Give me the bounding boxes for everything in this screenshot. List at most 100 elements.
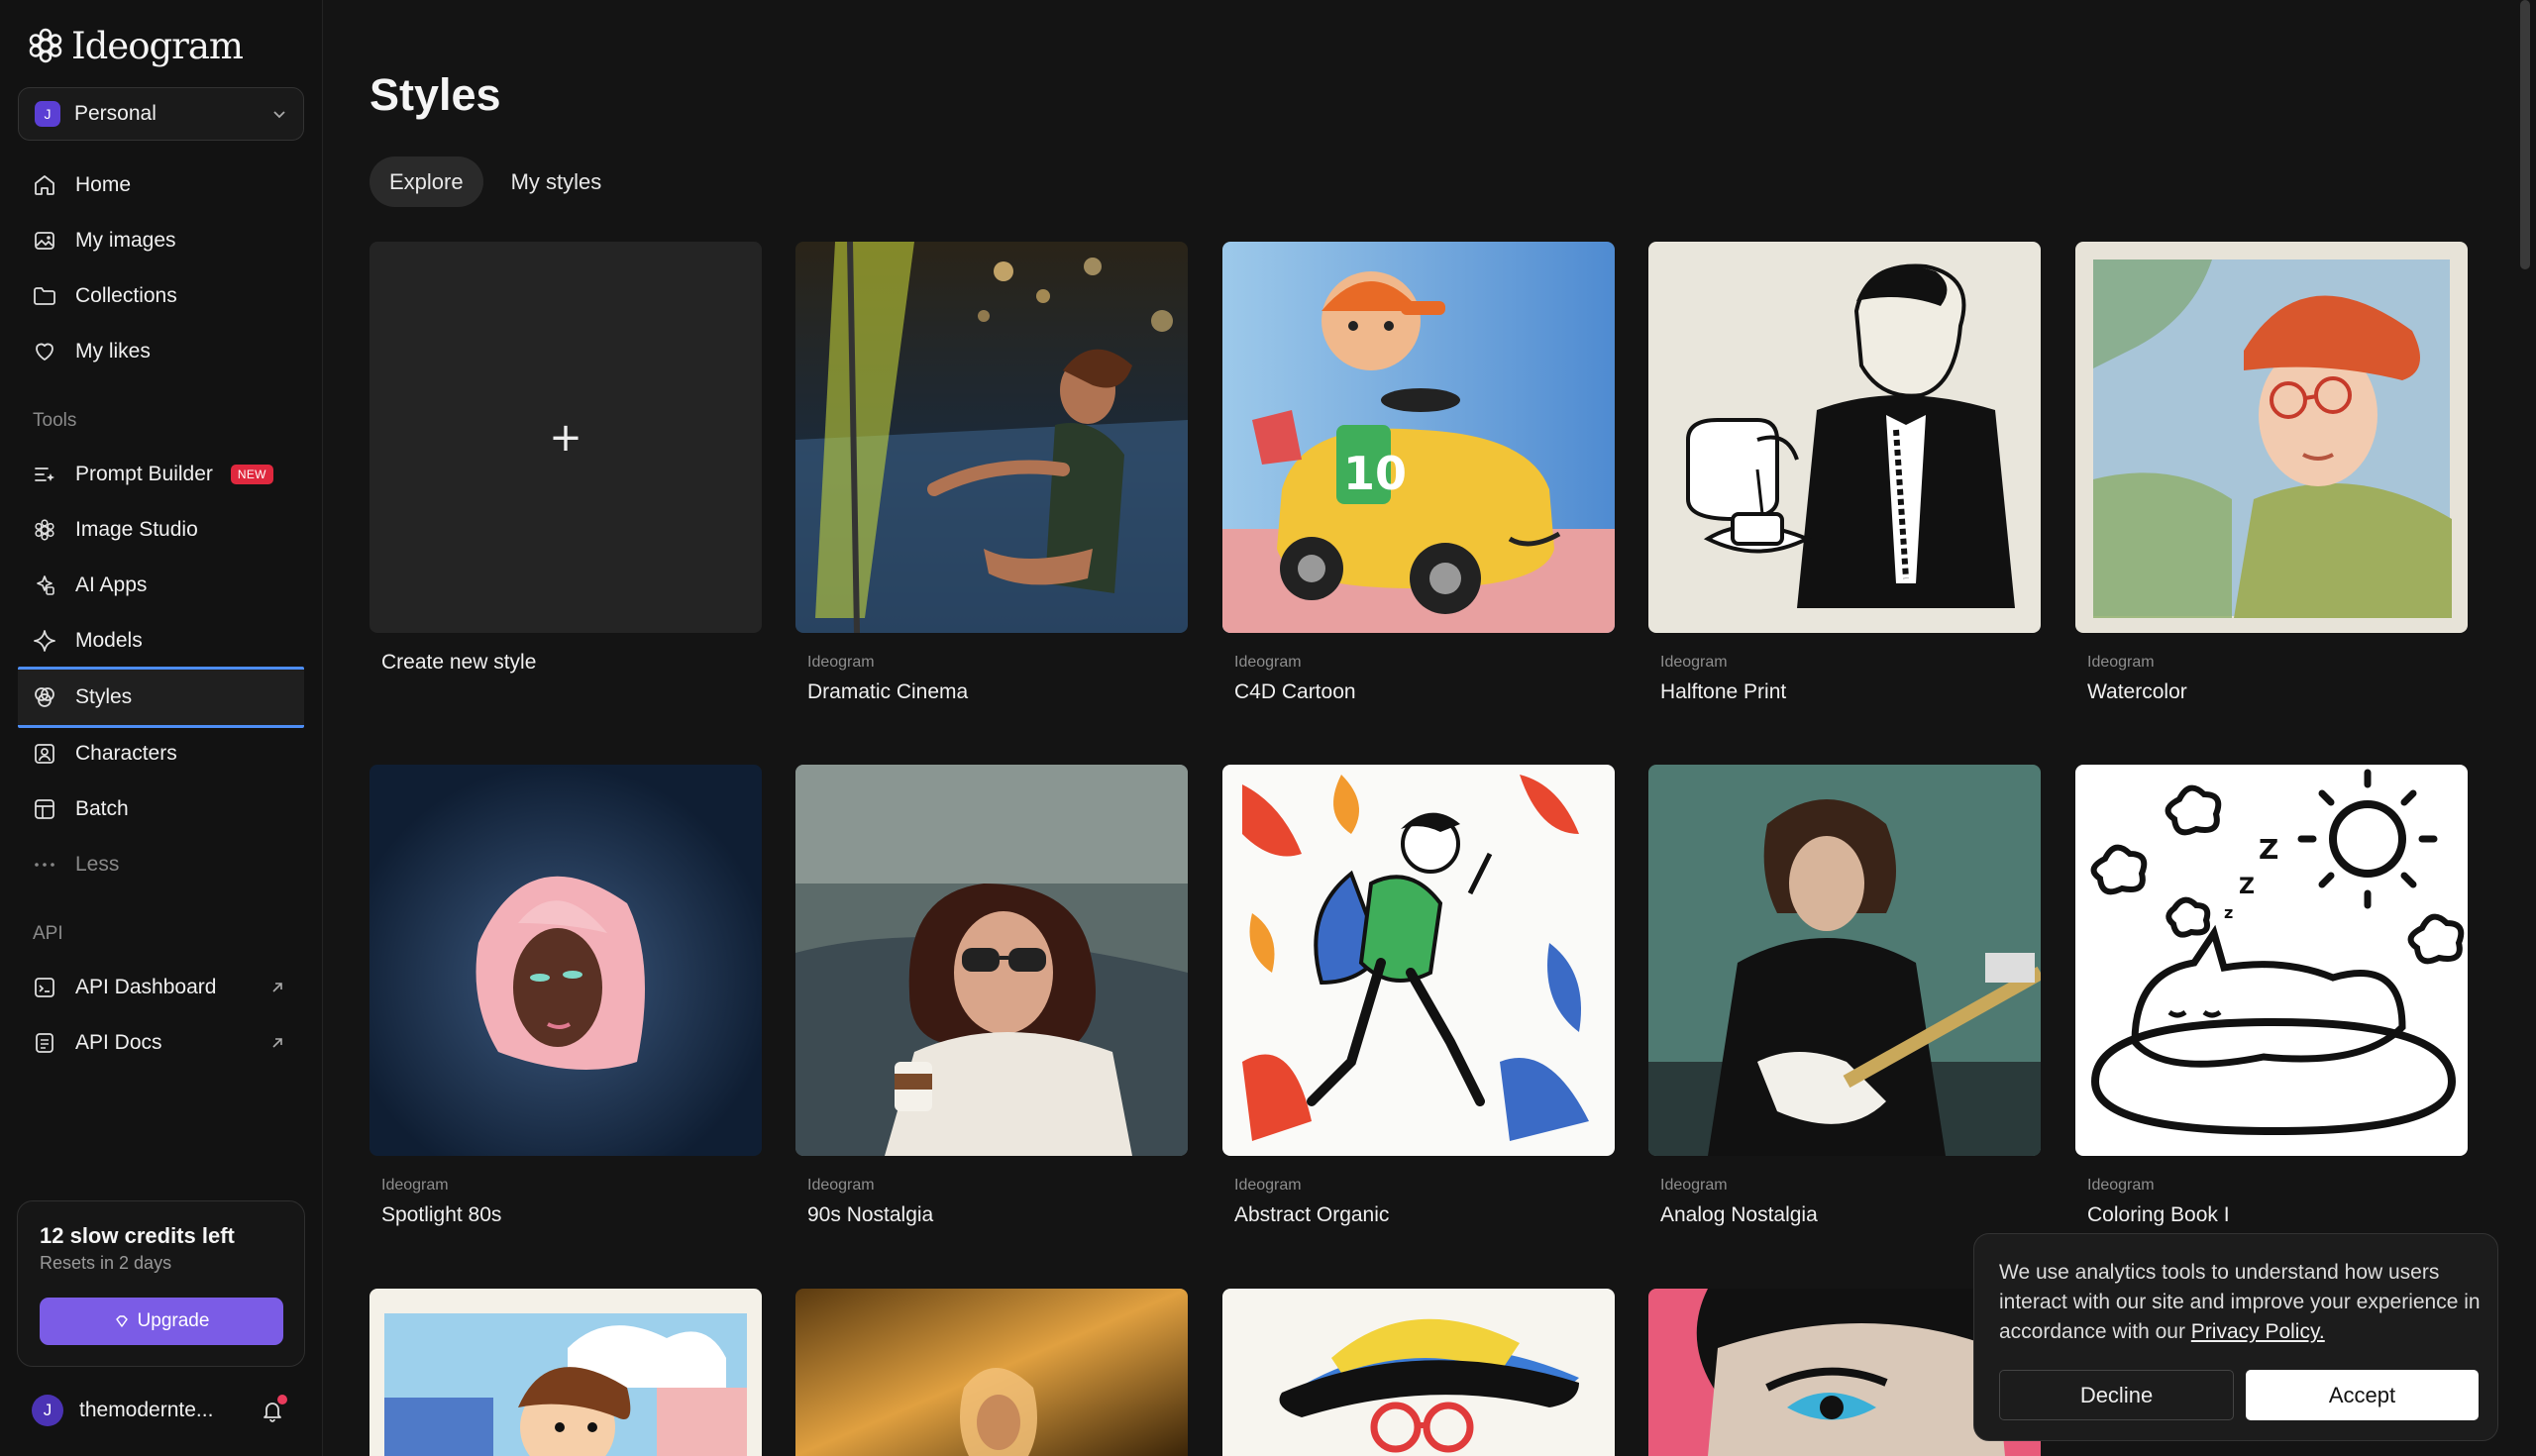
nav-label: AI Apps <box>75 573 148 596</box>
style-card[interactable] <box>795 1289 1188 1456</box>
avatar: J <box>32 1395 63 1426</box>
nav-ai-apps[interactable]: AI Apps <box>18 559 304 612</box>
style-thumbnail[interactable] <box>795 242 1188 633</box>
style-card[interactable]: Ideogram Spotlight 80s <box>370 765 762 1226</box>
style-author: Ideogram <box>2087 1177 2155 1194</box>
user-menu[interactable]: J themodernte... <box>32 1393 299 1428</box>
style-card[interactable] <box>370 1289 762 1456</box>
user-name: themodernte... <box>79 1399 214 1421</box>
tab-explore[interactable]: Explore <box>370 156 483 207</box>
nav-batch[interactable]: Batch <box>18 782 304 836</box>
style-author: Ideogram <box>1234 654 1302 671</box>
accept-button[interactable]: Accept <box>2246 1370 2479 1420</box>
svg-text:Z: Z <box>2239 875 2255 899</box>
nav-home[interactable]: Home <box>18 158 304 212</box>
style-author: Ideogram <box>1234 1177 1302 1194</box>
heart-icon <box>36 343 53 361</box>
style-thumbnail[interactable] <box>1222 1289 1615 1456</box>
create-style-card[interactable]: + Create new style <box>370 242 762 674</box>
nav-label: Prompt Builder <box>75 463 213 485</box>
nav-my-images[interactable]: My images <box>18 214 304 267</box>
style-name: C4D Cartoon <box>1234 680 1356 703</box>
create-style-tile[interactable]: + <box>370 242 762 633</box>
workspace-label: Personal <box>74 102 157 125</box>
nav-label: Collections <box>75 284 177 307</box>
api-docs-icon <box>36 1033 53 1053</box>
style-card[interactable]: Z Z z Ideogram Coloring Book I <box>2075 765 2468 1226</box>
cookie-text: We use analytics tools to understand how… <box>1999 1258 2484 1347</box>
tab-my-styles[interactable]: My styles <box>491 156 622 207</box>
style-thumbnail[interactable] <box>1648 765 2041 1156</box>
style-card[interactable]: Ideogram 90s Nostalgia <box>795 765 1188 1226</box>
credits-title: 12 slow credits left <box>40 1223 235 1248</box>
style-card[interactable] <box>1222 1289 1615 1456</box>
style-name: Coloring Book I <box>2087 1203 2230 1226</box>
style-card[interactable]: Ideogram Dramatic Cinema <box>795 242 1188 703</box>
nav-label: Models <box>75 629 143 652</box>
ideogram-logo-icon <box>29 28 62 63</box>
api-section-title: API <box>33 923 63 944</box>
nav-styles[interactable]: Styles <box>18 667 304 728</box>
cookie-banner: We use analytics tools to understand how… <box>1973 1233 2498 1441</box>
style-name: Abstract Organic <box>1234 1203 1390 1226</box>
chevron-down-icon <box>273 111 285 119</box>
style-name: Watercolor <box>2087 680 2187 703</box>
nav-image-studio[interactable]: Image Studio <box>18 503 304 557</box>
nav-label: API Docs <box>75 1031 162 1054</box>
logo-text: Ideogram <box>71 24 244 67</box>
style-card[interactable]: Ideogram Halftone Print <box>1648 242 2041 703</box>
style-thumbnail[interactable] <box>2075 242 2468 633</box>
nav-models[interactable]: Models <box>18 614 304 668</box>
style-card[interactable]: 10 Ideogram C4D Cartoon <box>1222 242 1615 703</box>
more-icon <box>35 863 54 867</box>
nav-characters[interactable]: Characters <box>18 727 304 780</box>
nav-api-docs[interactable]: API Docs <box>18 1016 304 1070</box>
scrollbar[interactable] <box>2520 0 2530 269</box>
diamond-icon <box>115 1315 128 1327</box>
style-name: Dramatic Cinema <box>807 680 969 703</box>
nav-label: API Dashboard <box>75 976 217 998</box>
style-thumbnail[interactable] <box>370 765 762 1156</box>
style-thumbnail[interactable] <box>1222 765 1615 1156</box>
style-card[interactable]: Ideogram Analog Nostalgia <box>1648 765 2041 1226</box>
new-badge: NEW <box>230 465 273 484</box>
upgrade-label: Upgrade <box>137 1310 210 1331</box>
style-thumbnail[interactable] <box>1648 242 2041 633</box>
decline-button[interactable]: Decline <box>1999 1370 2234 1420</box>
svg-text:Z: Z <box>2259 833 2278 866</box>
style-thumbnail[interactable]: 10 <box>1222 242 1615 633</box>
nav-label: Less <box>75 853 120 876</box>
nav-label: Home <box>75 173 132 196</box>
logo[interactable]: Ideogram <box>28 24 244 67</box>
style-name: 90s Nostalgia <box>807 1203 934 1226</box>
style-author: Ideogram <box>1660 654 1728 671</box>
nav-label: My images <box>75 229 176 252</box>
style-thumbnail[interactable]: Z Z z <box>2075 765 2468 1156</box>
prompt-builder-icon <box>35 468 54 481</box>
workspace-selector[interactable]: J Personal <box>18 87 304 141</box>
style-name: Spotlight 80s <box>381 1203 502 1226</box>
style-card[interactable]: Ideogram Watercolor <box>2075 242 2468 703</box>
batch-icon <box>35 799 54 819</box>
workspace-avatar: J <box>35 101 60 127</box>
nav-prompt-builder[interactable]: Prompt Builder NEW <box>18 448 304 501</box>
api-dashboard-icon <box>35 978 54 997</box>
external-link-icon <box>272 1038 282 1048</box>
style-thumbnail[interactable] <box>795 765 1188 1156</box>
privacy-policy-link[interactable]: Privacy Policy. <box>2191 1320 2325 1343</box>
style-card[interactable]: Ideogram Abstract Organic <box>1222 765 1615 1226</box>
nav-api-dashboard[interactable]: API Dashboard <box>18 961 304 1014</box>
nav-collections[interactable]: Collections <box>18 269 304 323</box>
style-thumbnail[interactable] <box>795 1289 1188 1456</box>
upgrade-button[interactable]: Upgrade <box>40 1298 283 1345</box>
sparkle-icon <box>34 630 55 652</box>
nav-label: Styles <box>75 685 133 708</box>
nav-label: Characters <box>75 742 177 765</box>
style-name: Halftone Print <box>1660 680 1787 703</box>
sidebar: Ideogram J Personal Home My images Colle… <box>0 0 323 1456</box>
nav-less[interactable]: Less <box>18 838 304 891</box>
notifications-button[interactable] <box>260 1395 287 1423</box>
style-thumbnail[interactable] <box>370 1289 762 1456</box>
nav-my-likes[interactable]: My likes <box>18 325 304 378</box>
plus-icon: + <box>549 414 582 461</box>
